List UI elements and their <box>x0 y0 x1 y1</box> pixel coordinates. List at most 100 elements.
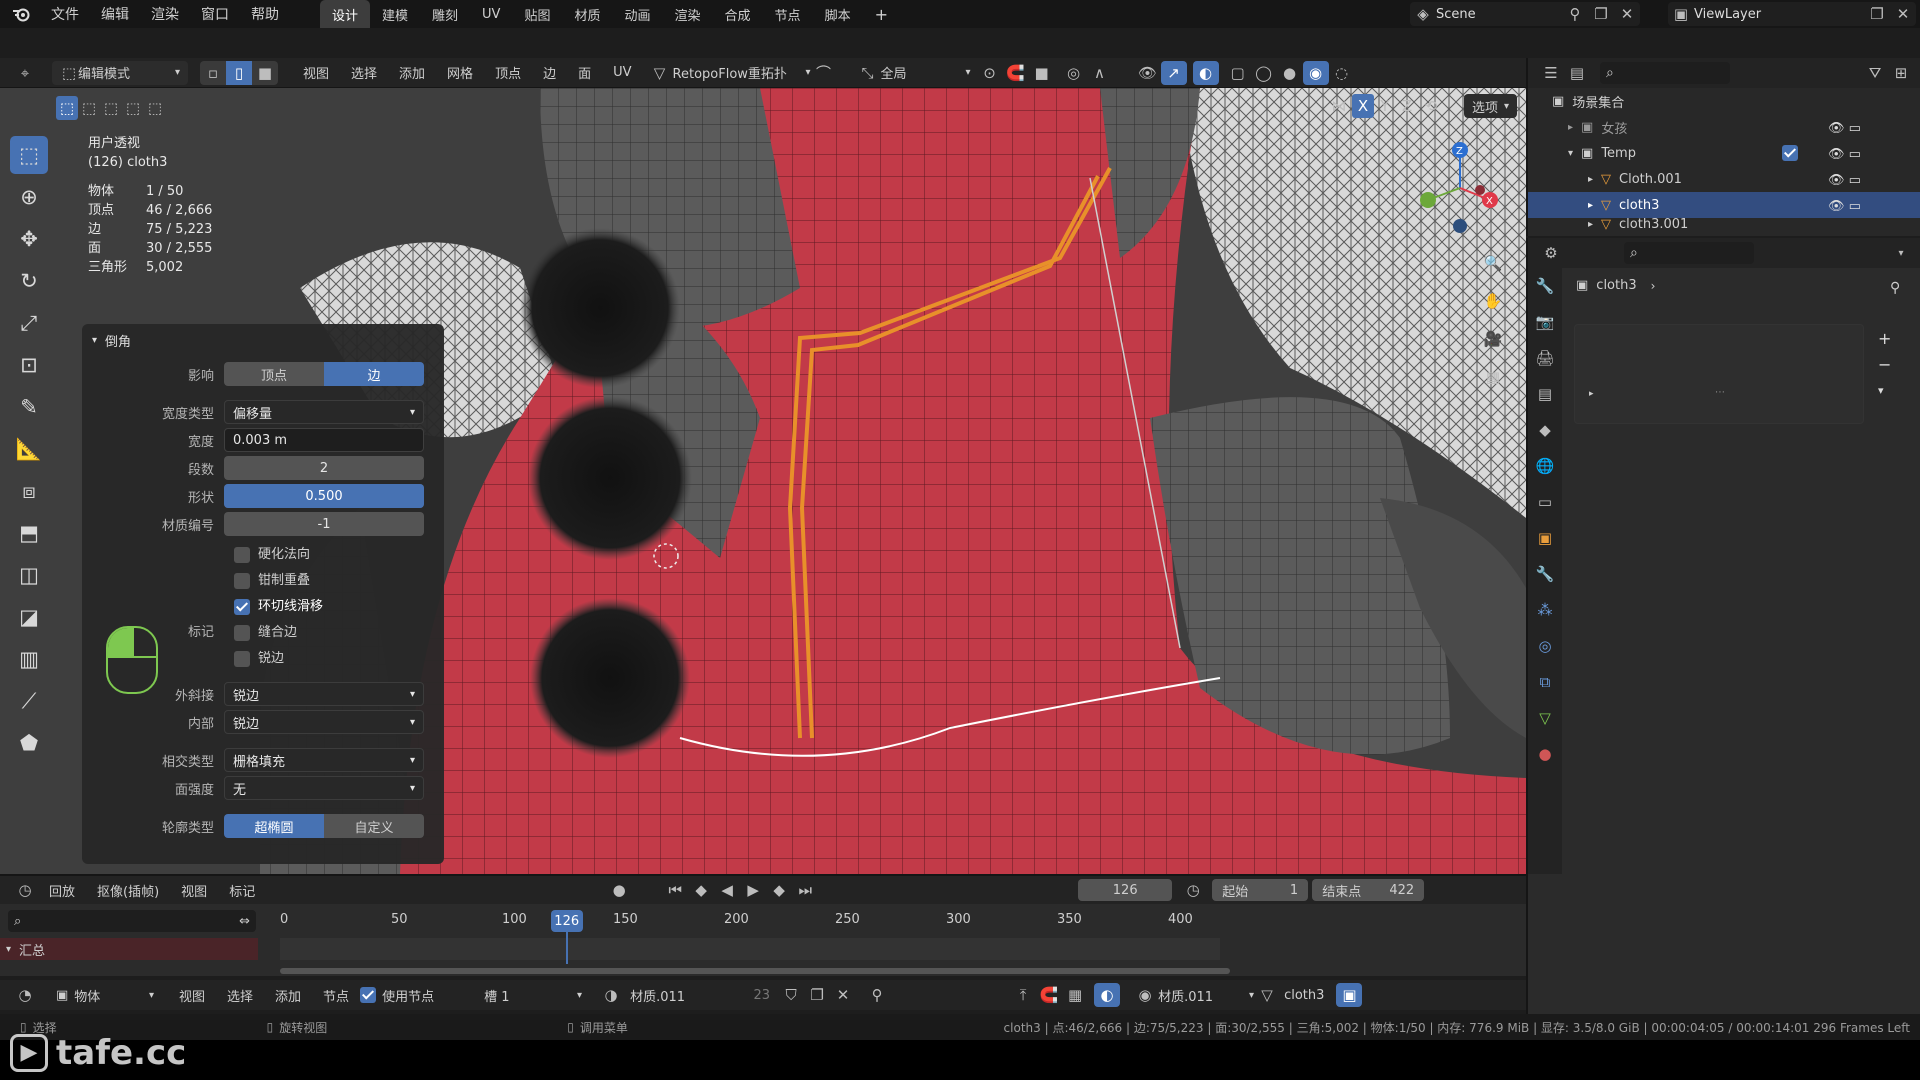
face-select-icon[interactable]: ■ <box>252 60 278 85</box>
orientation-selector[interactable]: 全局 ▾ <box>881 63 971 82</box>
affect-edges-button[interactable]: 边 <box>324 362 424 386</box>
object-type-select[interactable]: ▣ 物体 ▾ <box>56 986 154 1005</box>
visibility-icon[interactable]: 👁 <box>1135 61 1161 85</box>
editor-type-icon[interactable]: ◔ <box>12 983 38 1007</box>
select-intersect-icon[interactable]: ⬚ <box>144 96 166 120</box>
pin-icon[interactable]: ⚲ <box>1890 280 1900 296</box>
camera-icon[interactable]: 🎥 <box>1478 324 1508 354</box>
editor-type-icon[interactable]: ☰ <box>1538 61 1564 85</box>
3d-viewport[interactable]: ⬚ ⬚ ⬚ ⬚ ⬚ ⋈ X Y Z ⟲ 选项 ▾ ⬚ ⊕ ✥ ↻ ⤢ ⊡ ✎ 📐… <box>0 88 1526 874</box>
menu-node[interactable]: 节点 <box>312 986 360 1005</box>
rendered-shading-icon[interactable]: ◌ <box>1329 61 1355 85</box>
transform-orientation-icon[interactable]: ⤡ <box>855 61 881 85</box>
remove-slot-button[interactable]: − <box>1878 352 1891 378</box>
overlay-icon[interactable]: ◐ <box>1094 983 1121 1007</box>
material-shading-icon[interactable]: ◉ <box>1302 60 1329 85</box>
material-slot-list[interactable]: ▸ ⋯ <box>1574 324 1864 424</box>
blender-logo-icon[interactable] <box>8 2 34 26</box>
select-subtract-icon[interactable]: ⬚ <box>100 96 122 120</box>
select-invert-icon[interactable]: ⬚ <box>122 96 144 120</box>
add-slot-button[interactable]: + <box>1878 326 1891 352</box>
viewlayer-selector[interactable]: ▣ ViewLayer ❐ ✕ <box>1668 2 1916 26</box>
modifier-tab-icon[interactable]: 🔧 <box>1528 556 1562 592</box>
data-tab-icon[interactable]: ▽ <box>1528 700 1562 736</box>
proportional-edit-icon[interactable]: ◎ <box>1061 61 1087 85</box>
editor-type-icon[interactable]: ◷ <box>12 878 38 902</box>
mark-seam-checkbox[interactable]: 缝合边 <box>234 620 297 646</box>
harden-normals-checkbox[interactable]: 硬化法向 <box>234 542 444 568</box>
properties-search[interactable]: ⌕ <box>1624 242 1754 264</box>
move-tool[interactable]: ✥ <box>10 220 48 258</box>
stopwatch-icon[interactable]: ◷ <box>1180 878 1206 902</box>
falloff-curve-icon[interactable]: ∧ <box>1087 61 1113 85</box>
tab-uv[interactable]: UV <box>470 0 512 28</box>
timeline-search[interactable]: ⌕ ⇔ <box>8 910 256 932</box>
edge-select-icon[interactable]: ▯ <box>226 60 252 85</box>
xray-icon[interactable]: ▢ <box>1225 61 1251 85</box>
include-checkbox[interactable] <box>1782 145 1798 161</box>
menu-file[interactable]: 文件 <box>40 4 90 24</box>
new-collection-icon[interactable]: ⊞ <box>1888 61 1914 85</box>
loop-slide-checkbox[interactable]: 环切线滑移 <box>234 594 444 620</box>
pivot-icon[interactable]: ⊙ <box>977 61 1003 85</box>
navigation-gizmo[interactable]: Z X <box>1410 138 1510 238</box>
menu-window[interactable]: 窗口 <box>190 4 240 24</box>
collection-tab-icon[interactable]: ▭ <box>1528 484 1562 520</box>
tab-sculpting[interactable]: 雕刻 <box>420 0 470 28</box>
annotate-tool[interactable]: ✎ <box>10 388 48 426</box>
eye-icon[interactable]: 👁 <box>1828 121 1845 136</box>
extrude-tool[interactable]: ⬒ <box>10 514 48 552</box>
snap-icon[interactable]: 🧲 <box>1036 983 1062 1007</box>
menu-vertex[interactable]: 顶点 <box>484 63 532 82</box>
mirror-x-toggle[interactable]: X <box>1352 94 1374 118</box>
tab-compositing[interactable]: 合成 <box>713 0 763 28</box>
vertex-select-icon[interactable]: ▫ <box>200 60 226 85</box>
inset-tool[interactable]: ◫ <box>10 556 48 594</box>
duplicate-icon[interactable]: ❐ <box>804 983 830 1007</box>
outliner-row-scene-collection[interactable]: ▣ 场景集合 <box>1528 88 1920 114</box>
tab-shading[interactable]: 材质 <box>562 0 612 28</box>
snap-target-icon[interactable]: ■ <box>1029 61 1055 85</box>
eye-icon[interactable]: 👁 <box>1828 173 1845 188</box>
material-name-field[interactable]: 材质.011 23 <box>630 986 770 1005</box>
menu-face[interactable]: 面 <box>567 63 602 82</box>
select-new-icon[interactable]: ⬚ <box>56 96 78 120</box>
select-extend-icon[interactable]: ⬚ <box>78 96 100 120</box>
particles-tab-icon[interactable]: ⁂ <box>1528 592 1562 628</box>
transform-tool[interactable]: ⊡ <box>10 346 48 384</box>
menu-render[interactable]: 渲染 <box>140 4 190 24</box>
menu-view[interactable]: 视图 <box>292 63 340 82</box>
profile-custom-button[interactable]: 自定义 <box>324 814 424 838</box>
menu-select[interactable]: 选择 <box>340 63 388 82</box>
drag-handle-icon[interactable]: ⋯ <box>1715 387 1725 398</box>
rotate-tool[interactable]: ↻ <box>10 262 48 300</box>
gizmo-icon[interactable]: ↗ <box>1160 60 1187 85</box>
play-reverse-icon[interactable]: ◀ <box>714 878 740 902</box>
keyframe-area[interactable] <box>280 938 1220 960</box>
profile-superellipse-button[interactable]: 超椭圆 <box>224 814 324 838</box>
new-scene-icon[interactable]: ❐ <box>1588 2 1614 26</box>
menu-playback[interactable]: 回放 <box>38 881 86 900</box>
camera-icon[interactable]: ▭ <box>1849 173 1861 188</box>
wireframe-shading-icon[interactable]: ◯ <box>1251 61 1277 85</box>
intersection-select[interactable]: 栅格填充 ▾ <box>224 748 424 772</box>
close-icon[interactable]: ✕ <box>1890 2 1916 26</box>
falloff-icon[interactable]: ⌒ <box>811 61 837 85</box>
object-tab-icon[interactable]: ▣ <box>1528 520 1562 556</box>
tab-animation[interactable]: 动画 <box>613 0 663 28</box>
poly-build-tool[interactable]: ⬟ <box>10 724 48 762</box>
camera-icon[interactable]: ▭ <box>1849 121 1861 136</box>
loop-cut-tool[interactable]: ▥ <box>10 640 48 678</box>
mode-selector[interactable]: ⬚ 编辑模式 ▾ <box>52 60 188 85</box>
tab-layout[interactable]: 设计 <box>320 0 371 28</box>
tab-geometry-nodes[interactable]: 节点 <box>763 0 813 28</box>
menu-edge[interactable]: 边 <box>532 63 567 82</box>
menu-edit[interactable]: 编辑 <box>90 4 140 24</box>
record-icon[interactable]: ● <box>606 878 632 902</box>
affect-vertices-button[interactable]: 顶点 <box>224 362 324 386</box>
menu-select[interactable]: 选择 <box>216 986 264 1005</box>
output-tab-icon[interactable]: 🖨 <box>1528 340 1562 376</box>
menu-marker[interactable]: 标记 <box>218 881 266 900</box>
menu-add[interactable]: 添加 <box>388 63 436 82</box>
grid-icon[interactable]: ▦ <box>1478 362 1508 392</box>
